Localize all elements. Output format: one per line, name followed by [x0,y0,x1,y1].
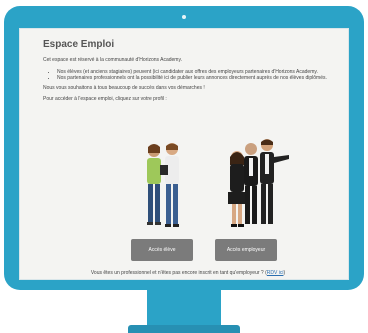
content: Espace Emploi Cet espace est réservé à l… [43,39,333,276]
camera-icon [182,15,186,19]
students-image[interactable] [138,141,188,229]
bullet-students: Nos élèves (et anciens stagiaires) peuve… [57,69,333,75]
monitor-base [128,325,240,333]
employer-access-button[interactable]: Accès employeur [215,239,277,261]
employers-image[interactable] [223,137,293,229]
footer-link[interactable]: RDV ici [267,270,284,276]
footer-text: Vous êtes un professionnel et n'êtes pas… [90,270,264,276]
wish-text: Nous vous souhaitons à tous beaucoup de … [43,84,205,91]
prompt-text: Pour accéder à l'espace emploi, cliquez … [43,96,167,102]
student-access-button[interactable]: Accès élève [131,239,193,261]
bullet-partners: Nos partenaires professionnels ont la po… [57,75,333,81]
monitor-stand [147,290,221,328]
bullet-list: Nos élèves (et anciens stagiaires) peuve… [43,69,333,81]
profile-figures [43,137,333,229]
page-title: Espace Emploi [43,39,115,50]
monitor-frame: Espace Emploi Cet espace est réservé à l… [4,6,364,290]
screen: Espace Emploi Cet espace est réservé à l… [19,28,349,280]
footer-note: Vous êtes un professionnel et n'êtes pas… [90,270,286,276]
intro-text: Cet espace est réservé à la communauté d… [43,57,182,63]
